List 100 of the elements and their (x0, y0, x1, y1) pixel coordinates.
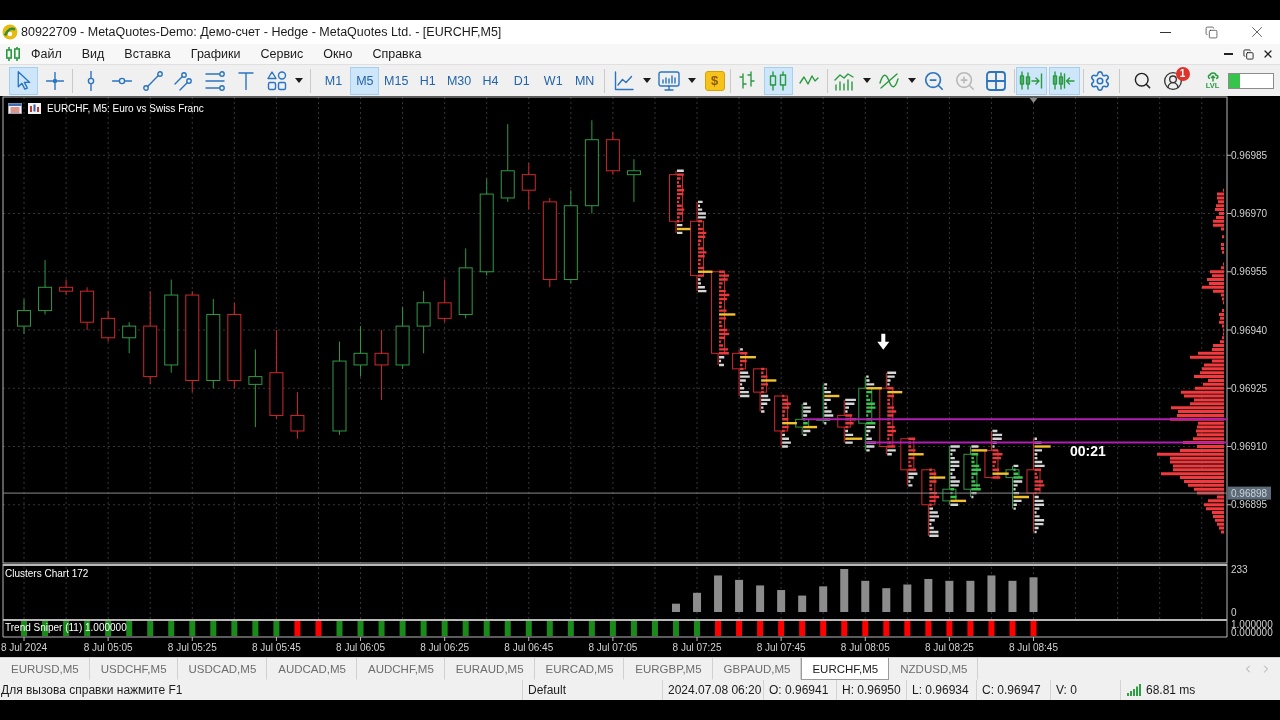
timeframe-button[interactable]: M15 (381, 66, 411, 95)
candle (626, 158, 641, 203)
list-window-icon (8, 103, 22, 114)
volume-bar (672, 603, 680, 612)
volume-bar (861, 580, 870, 612)
timeframe-button[interactable]: M5 (350, 66, 380, 95)
value-axis-label: 233 (1231, 564, 1248, 575)
volume-bar (798, 595, 807, 612)
candle (458, 247, 473, 319)
price-axis-label: 0.96985 (1231, 149, 1268, 161)
time-axis-label: 8 Jul 06:25 (420, 642, 470, 653)
volume-bar (966, 580, 975, 612)
cluster-profile (845, 398, 863, 444)
zoom-out-icon (923, 69, 945, 92)
candle (521, 162, 536, 211)
cluster-profile (950, 445, 967, 506)
menu-item[interactable]: Файл (21, 44, 72, 64)
value-axis-label: 0 (1231, 606, 1237, 618)
caret-down-icon (862, 78, 871, 83)
cluster-profile (824, 383, 840, 425)
menu-item[interactable]: Окно (313, 44, 363, 64)
account-button[interactable]: 1 (1158, 66, 1188, 95)
grid-icon (986, 70, 1006, 91)
candle (17, 298, 32, 335)
time-axis-label: 8 Jul 07:25 (672, 642, 722, 653)
restore-icon (1204, 25, 1218, 39)
volume-bar (987, 575, 996, 612)
price-axis-label: 0.96970 (1231, 208, 1268, 219)
mini-chart-icon (28, 103, 41, 114)
wave-icon (879, 70, 899, 91)
countdown-label: 00:21 (1070, 443, 1106, 459)
text-tool-icon (237, 71, 254, 90)
volume-bar (777, 590, 786, 612)
timeframe-button[interactable]: W1 (538, 66, 568, 95)
status-text: Для вызова справки нажмите F1 (0, 682, 184, 699)
timeframe-button[interactable]: M30 (444, 66, 474, 95)
cluster-profile (971, 445, 988, 499)
auto-scroll-button[interactable] (1015, 66, 1047, 95)
candle (353, 325, 368, 378)
candle (374, 329, 389, 401)
volume-bar (1008, 580, 1017, 612)
minimize-icon (1223, 53, 1233, 55)
candlestick-icon (5, 46, 21, 62)
menu-item[interactable]: Вставка (114, 44, 181, 64)
window-title: 80922709 - MetaQuotes-Demo: Демо-счет - Hedge - MetaQuotes Ltd. - [EURCHF,M5] (21, 25, 502, 39)
candle (59, 279, 74, 296)
horizontal-line-icon (111, 76, 132, 85)
user-icon (1163, 70, 1183, 91)
time-axis-label: 8 Jul 08:05 (840, 642, 890, 653)
time-axis-label: 8 Jul 05:45 (251, 642, 301, 653)
cluster-profile (677, 169, 691, 235)
timeframe-button[interactable]: MN (570, 66, 600, 95)
chart-shift-button[interactable] (1048, 66, 1080, 95)
cluster-profile (761, 367, 777, 413)
timeframe-button[interactable]: H1 (413, 66, 443, 95)
dollar-button[interactable]: $ (704, 70, 725, 91)
parallel-lines-icon (173, 70, 194, 91)
volume-bar (882, 588, 891, 612)
time-axis-label: 8 Jul 08:45 (1009, 642, 1058, 653)
ping-text: 68.81 ms (1146, 683, 1196, 697)
menu-item[interactable]: Справка (362, 44, 432, 64)
bar-line-chart-icon (834, 70, 854, 91)
menu-item[interactable]: Вид (71, 44, 115, 64)
time-axis-label: 8 Jul 06:45 (504, 642, 554, 653)
indicator-title: Clusters Chart 172 (5, 568, 89, 579)
timeframe-button[interactable]: M1 (319, 66, 348, 95)
volume-bar (819, 586, 828, 612)
volume-bar (1029, 577, 1038, 612)
value-axis-label: 1.000000 (1231, 619, 1273, 630)
candlestick-icon (768, 70, 788, 91)
shapes-icon (266, 70, 287, 91)
line-chart-icon (614, 70, 634, 91)
upload-arrow-icon (1206, 71, 1219, 82)
time-axis-label: 8 Jul 07:05 (588, 642, 638, 653)
caret-down-icon (687, 78, 696, 83)
shift-marker-icon (1029, 98, 1038, 103)
pointer-button[interactable] (9, 66, 38, 95)
candle (122, 321, 137, 354)
crosshair-icon (45, 71, 64, 90)
cluster-profile (929, 468, 946, 537)
chart-tab[interactable]: EURCHF,M5 (801, 658, 890, 680)
volume-bar (945, 580, 954, 612)
volume-bar (714, 575, 723, 612)
candlestick-button[interactable] (763, 66, 793, 95)
candle (416, 290, 431, 354)
notification-badge: 1 (1175, 66, 1190, 81)
candle (605, 131, 620, 176)
restore-button[interactable] (1240, 46, 1256, 62)
caret-down-icon (295, 78, 303, 83)
price-axis-label: 0.96895 (1231, 499, 1268, 511)
cluster-profile (992, 429, 1009, 479)
candle (38, 259, 53, 315)
timeframe-button[interactable]: H4 (475, 66, 505, 95)
menu-item[interactable]: Сервис (250, 44, 314, 64)
candles-arrow-left-icon (1052, 70, 1076, 91)
volume-bar (756, 585, 765, 612)
time-axis-label: 8 Jul 08:25 (924, 642, 974, 653)
menu-item[interactable]: Графики (180, 44, 251, 64)
timeframe-button[interactable]: D1 (507, 66, 537, 95)
caret-down-icon (907, 78, 916, 83)
